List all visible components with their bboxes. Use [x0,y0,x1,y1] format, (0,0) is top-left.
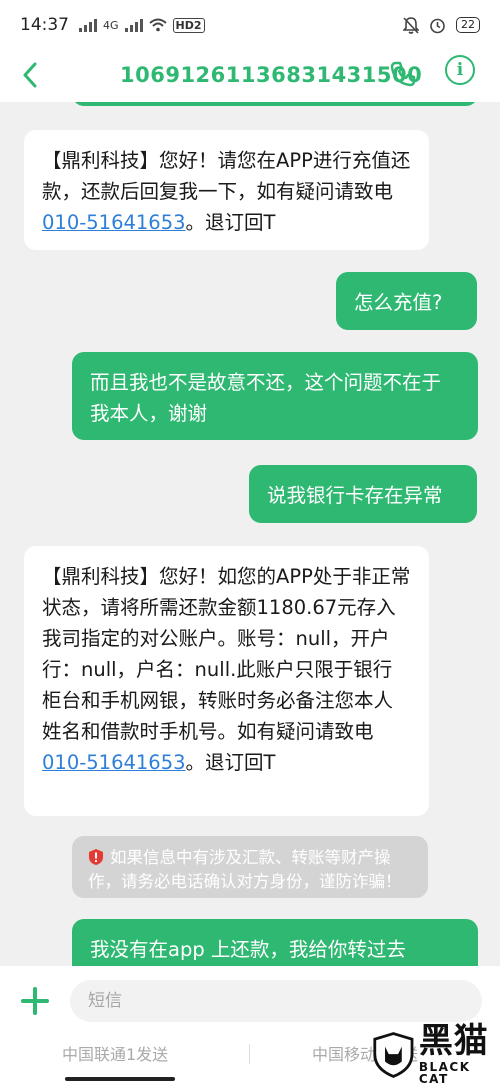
info-button[interactable]: i [445,55,475,85]
wifi-icon [148,18,167,32]
status-bar: 14:37 4G HD2 22 [0,0,500,50]
hd-label: HD2 [172,17,205,33]
info-icon: i [456,60,464,80]
battery-indicator: 22 [456,17,480,33]
watermark-text: 黑猫 BLACK CAT [419,1024,500,1083]
signal-1-icon [79,18,97,32]
phone-icon [390,61,416,87]
message-bubble-incoming[interactable]: 【鼎利科技】您好！请您在APP进行充值还款，还款后回复我一下，如有疑问请致电 01… [24,130,429,250]
call-button[interactable] [388,58,418,90]
message-bubble-outgoing[interactable]: 说我银行卡存在异常 [249,465,477,523]
conversation-header: 10691261136831431500 [0,50,500,102]
status-time: 14:37 [20,15,69,35]
sms-input[interactable] [70,980,482,1022]
phone-link[interactable]: 010-51641653 [42,211,186,234]
shield-warning-icon [89,849,103,865]
message-text: 【鼎利科技】您好！如您的APP处于非正常状态，请将所需还款金额1180.67元存… [42,565,411,743]
message-text: 怎么充值? [354,291,443,314]
message-bubble-outgoing[interactable]: 怎么充值? [336,272,477,330]
fraud-warning-notice: 如果信息中有涉及汇款、转账等财产操作，请务必电话确认对方身份，谨防诈骗！ [72,836,428,898]
sender-number: 10691261136831431500 [120,63,423,87]
clipped-outgoing-bubble [72,102,478,106]
bell-muted-icon [403,16,419,34]
message-bubble-outgoing[interactable]: 我没有在app 上还款，我给你转过去 [72,919,478,966]
message-bubble-incoming[interactable]: 【鼎利科技】您好！如您的APP处于非正常状态，请将所需还款金额1180.67元存… [24,546,429,816]
watermark-cn: 黑猫 [418,1021,489,1061]
send-sim1-button[interactable]: 中国联通1发送 [62,1041,168,1065]
chevron-left-icon [23,62,37,88]
status-right: 22 [403,16,480,34]
message-text: 。退订回T [185,751,276,774]
black-cat-watermark: 黑猫 BLACK CAT [372,1024,500,1083]
cat-shield-logo-icon [373,1031,414,1078]
phone-link[interactable]: 010-51641653 [42,751,186,774]
signal-2-icon [124,18,143,32]
message-text: 说我银行卡存在异常 [267,484,443,507]
status-left: 14:37 4G HD2 [20,15,205,35]
alarm-icon [430,18,445,33]
send-divider [249,1044,250,1064]
message-text: 我没有在app 上还款，我给你转过去 [90,938,406,961]
add-attachment-button[interactable] [20,986,50,1016]
message-text: 而且我也不是故意不还，这个问题不在于我本人，谢谢 [90,371,442,425]
message-list[interactable]: 【鼎利科技】您好！请您在APP进行充值还款，还款后回复我一下，如有疑问请致电 01… [0,102,500,966]
message-bubble-outgoing[interactable]: 而且我也不是故意不还，这个问题不在于我本人，谢谢 [72,352,478,440]
watermark-en: BLACK CAT [418,1060,471,1083]
status-icons: 4G HD2 [79,17,205,33]
message-text: 【鼎利科技】您好！请您在APP进行充值还款，还款后回复我一下，如有疑问请致电 [42,149,411,203]
warning-text: 如果信息中有涉及汇款、转账等财产操作，请务必电话确认对方身份，谨防诈骗！ [88,848,402,891]
home-indicator [65,1077,175,1081]
network-label: 4G [103,18,119,32]
back-button[interactable] [16,60,44,90]
message-text: 。退订回T [185,211,276,234]
